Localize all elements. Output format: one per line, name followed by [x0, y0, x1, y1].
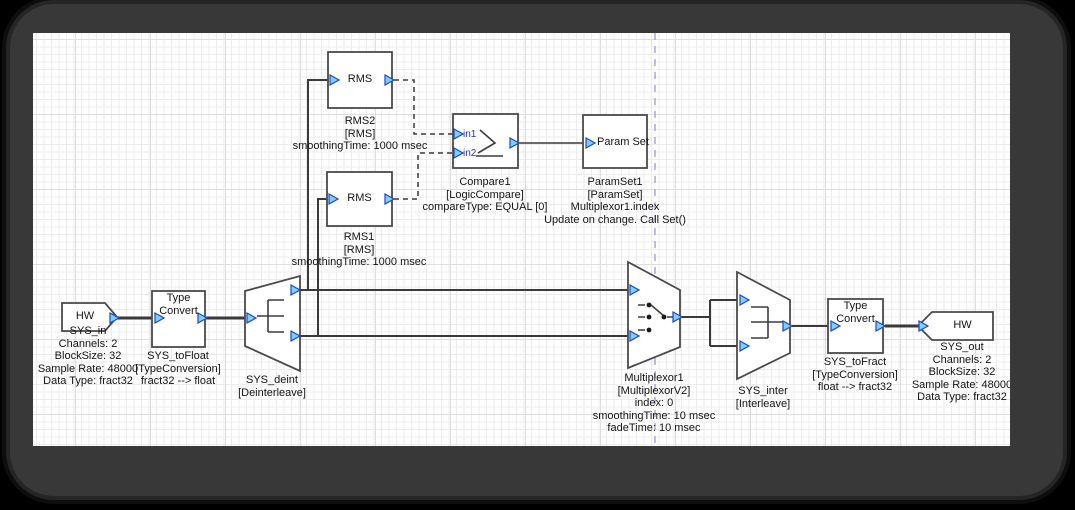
- paramset1-prop: Multiplexor1.index: [520, 201, 710, 214]
- sys-in-prop: Channels: 2: [33, 338, 158, 351]
- sys-deint-type: [Deinterleave]: [192, 387, 352, 400]
- sys-deint-caption: SYS_deint [Deinterleave]: [192, 374, 352, 399]
- sys-out-name: SYS_out: [882, 341, 1010, 354]
- screenshot-stage: HW Type Convert RMS RMS in1 in2 Param Se…: [0, 0, 1075, 510]
- multiplexor1-name: Multiplexor1: [564, 372, 744, 385]
- rms1-caption: RMS1 [RMS] smoothingTime: 1000 msec: [279, 231, 439, 269]
- paramset1-name: ParamSet1: [520, 176, 710, 189]
- diagram-canvas[interactable]: HW Type Convert RMS RMS in1 in2 Param Se…: [33, 33, 1010, 446]
- sys-out-caption: SYS_out Channels: 2 BlockSize: 32 Sample…: [882, 341, 1010, 404]
- rms2-name: RMS2: [280, 115, 440, 128]
- rms1-type: [RMS]: [279, 244, 439, 257]
- compare1-in2-port-label: in2: [463, 148, 476, 159]
- sys-tofloat-name: SYS_toFloat: [98, 350, 258, 363]
- paramset1-prop: Update on change. Call Set(): [520, 214, 710, 227]
- sys-out-prop: Channels: 2: [882, 354, 1010, 367]
- sys-in-name: SYS_in: [33, 325, 158, 338]
- sys-deint-name: SYS_deint: [192, 374, 352, 387]
- rms2-type: [RMS]: [280, 128, 440, 141]
- sys-tofloat-shape-label: Type Convert: [153, 292, 204, 318]
- paramset1-shape-label: Param Set: [597, 136, 649, 149]
- paramset1-caption: ParamSet1 [ParamSet] Multiplexor1.index …: [520, 176, 710, 226]
- sys-tofract-shape-label: Type Convert: [830, 300, 881, 326]
- rms2-caption: RMS2 [RMS] smoothingTime: 1000 msec: [280, 115, 440, 153]
- rms2-prop: smoothingTime: 1000 msec: [280, 140, 440, 153]
- sys-out-prop: Sample Rate: 48000: [882, 379, 1010, 392]
- compare1-block[interactable]: [453, 114, 518, 168]
- rms1-name: RMS1: [279, 231, 439, 244]
- multiplexor1-block[interactable]: [628, 262, 680, 368]
- sys-inter-type: [Interleave]: [683, 398, 843, 411]
- paramset1-type: [ParamSet]: [520, 189, 710, 202]
- sys-out-prop: BlockSize: 32: [882, 366, 1010, 379]
- sys-in-shape-label: HW: [62, 310, 108, 323]
- multiplexor1-prop: fadeTime: 10 msec: [564, 422, 744, 435]
- sys-out-prop: Data Type: fract32: [882, 391, 1010, 404]
- rms1-prop: smoothingTime: 1000 msec: [279, 256, 439, 269]
- rms2-shape-label: RMS: [328, 73, 392, 86]
- multiplexor1-prop: smoothingTime: 10 msec: [564, 410, 744, 423]
- sys-out-shape-label: HW: [932, 319, 993, 332]
- compare1-in1-port-label: in1: [463, 129, 476, 140]
- wire-mux-to-interleave[interactable]: [682, 300, 740, 346]
- rms1-shape-label: RMS: [327, 192, 392, 205]
